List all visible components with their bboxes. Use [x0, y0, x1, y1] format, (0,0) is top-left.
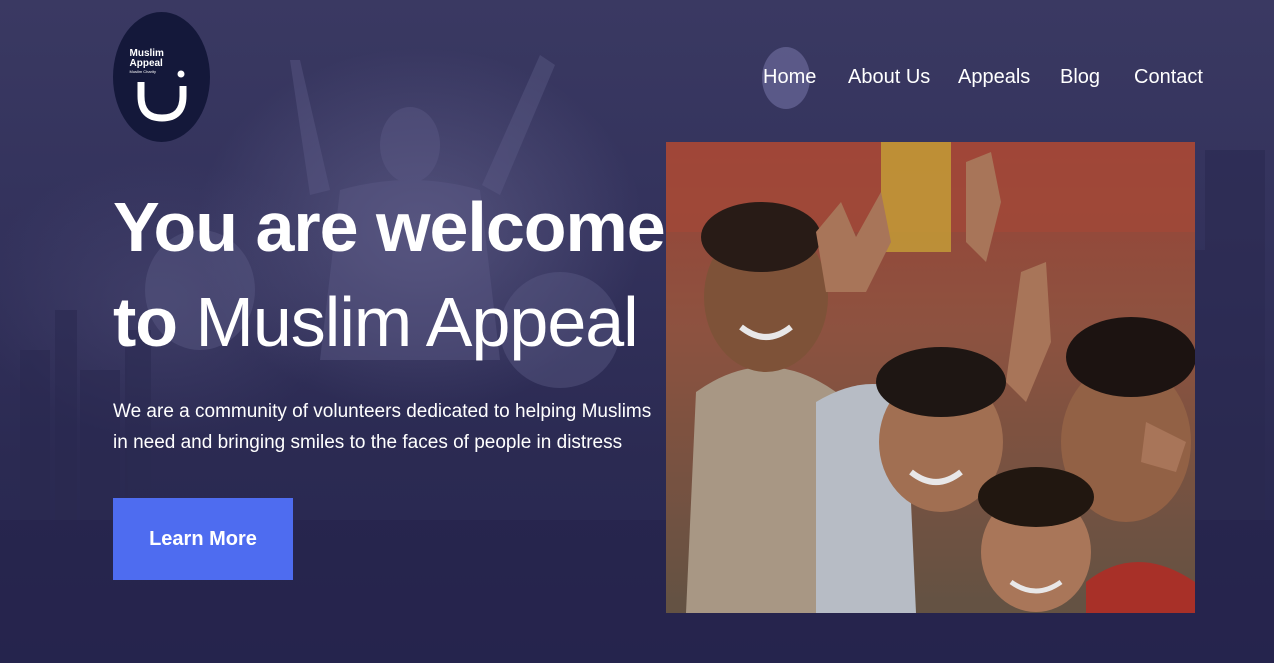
learn-more-button[interactable]: Learn More: [113, 498, 293, 580]
hero-headline: You are welcome to Muslim Appeal: [113, 180, 666, 370]
nav-about-us[interactable]: About Us: [848, 46, 930, 108]
nav-contact[interactable]: Contact: [1134, 46, 1203, 108]
children-photo: [666, 142, 1195, 613]
nav-blog[interactable]: Blog: [1060, 46, 1100, 108]
main-nav: Home About Us Appeals Blog Contact: [0, 46, 1274, 108]
hero-description: We are a community of volunteers dedicat…: [113, 401, 652, 453]
children-photo-image: [666, 142, 1195, 613]
nav-home[interactable]: Home: [763, 46, 816, 108]
headline-line2-rest: Muslim Appeal: [177, 283, 639, 361]
nav-appeals[interactable]: Appeals: [958, 46, 1030, 108]
headline-line1: You are welcome: [113, 188, 666, 266]
headline-line2-bold: to: [113, 283, 178, 361]
